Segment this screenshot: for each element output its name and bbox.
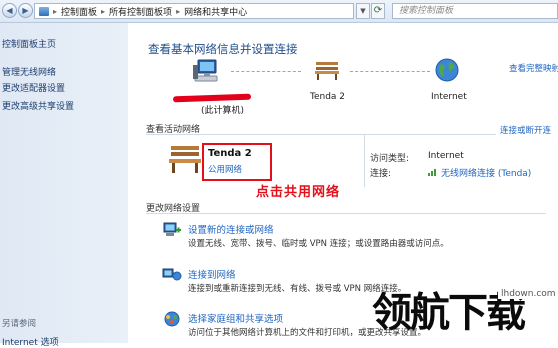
column-divider: [364, 135, 365, 187]
map-node-label-internet: Internet: [431, 92, 467, 102]
refresh-icon[interactable]: ⟳: [371, 3, 385, 19]
forward-icon[interactable]: ▶: [18, 3, 33, 18]
see-also-heading: 另请参阅: [2, 319, 37, 329]
network-type-link[interactable]: 公用网络: [208, 163, 242, 175]
breadcrumb[interactable]: ▸ 控制面板 ▸ 所有控制面板项 ▸ 网络和共享中心: [34, 3, 354, 19]
computer-icon: [192, 57, 220, 85]
connection-value-row: 无线网络连接 (Tenda): [428, 166, 531, 179]
sidebar: 控制面板主页 管理无线网络 更改适配器设置 更改高级共享设置 另请参阅 Inte…: [0, 23, 128, 348]
breadcrumb-item[interactable]: 所有控制面板项: [109, 5, 172, 18]
annotation-text: 点击共用网络: [256, 185, 341, 200]
address-dropdown-icon[interactable]: ▼: [356, 3, 370, 19]
globe-icon: [434, 57, 460, 83]
active-network-name: Tenda 2: [208, 148, 252, 159]
task-homegroup-link[interactable]: 选择家庭组和共享选项: [188, 311, 283, 325]
search-input[interactable]: 搜索控制面板: [392, 3, 558, 19]
sidebar-item-advanced-sharing[interactable]: 更改高级共享设置: [2, 99, 74, 112]
connection-link[interactable]: 无线网络连接 (Tenda): [441, 169, 531, 179]
redaction-mark: [172, 93, 252, 103]
sidebar-item-internet-options[interactable]: Internet 选项: [2, 335, 59, 348]
task-setup-connection-desc: 设置无线、宽带、拨号、临时或 VPN 连接；或设置路由器或访问点。: [188, 239, 449, 249]
new-connection-icon: [162, 221, 182, 239]
access-type-label: 访问类型:: [370, 154, 410, 164]
back-icon[interactable]: ◀: [2, 3, 17, 18]
task-connect-network-link[interactable]: 连接到网络: [188, 267, 236, 281]
bench-icon: [314, 59, 340, 81]
connect-disconnect-link[interactable]: 连接或断开连: [500, 124, 551, 136]
section-divider: [146, 213, 546, 214]
breadcrumb-item[interactable]: 控制面板: [61, 5, 97, 18]
map-node-label-computer: (此计算机): [201, 106, 245, 116]
address-toolbar: ◀ ▶ ▸ 控制面板 ▸ 所有控制面板项 ▸ 网络和共享中心 ▼ ⟳ 搜索控制面…: [0, 0, 558, 23]
map-link-line: [231, 71, 301, 72]
control-panel-icon: [39, 6, 49, 16]
watermark-url: lhdown.com: [498, 289, 558, 299]
connect-network-icon: [162, 266, 182, 284]
map-link-line: [350, 71, 430, 72]
bench-icon: [168, 143, 202, 175]
section-divider: [146, 134, 496, 135]
breadcrumb-item[interactable]: 网络和共享中心: [184, 5, 247, 18]
access-type-value: Internet: [428, 151, 464, 161]
sidebar-item-manage-wireless[interactable]: 管理无线网络: [2, 65, 56, 78]
connection-label: 连接:: [370, 169, 392, 179]
sidebar-item-adapter-settings[interactable]: 更改适配器设置: [2, 81, 65, 94]
homegroup-icon: [162, 310, 182, 328]
map-node-label-router: Tenda 2: [310, 92, 346, 102]
signal-bars-icon: [428, 167, 438, 179]
task-setup-connection-link[interactable]: 设置新的连接或网络: [188, 222, 274, 236]
see-full-map-link[interactable]: 查看完整映射: [509, 62, 558, 74]
sidebar-item-control-panel-home[interactable]: 控制面板主页: [2, 37, 56, 50]
page-title: 查看基本网络信息并设置连接: [148, 42, 298, 56]
